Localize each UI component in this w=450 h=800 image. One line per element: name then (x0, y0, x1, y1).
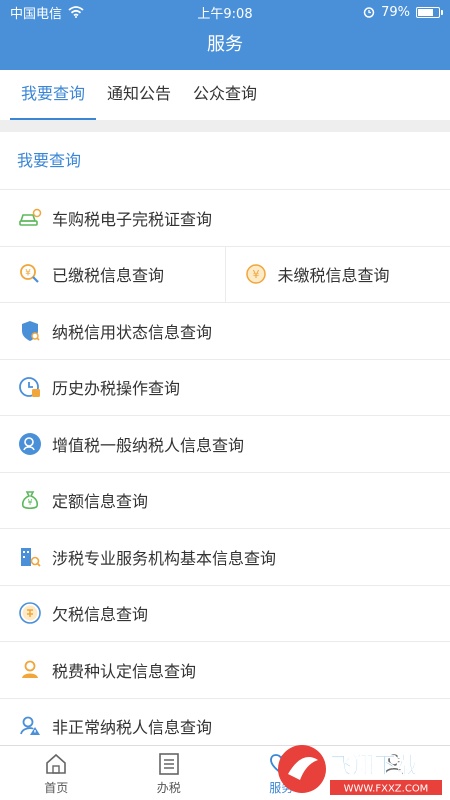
home-icon (46, 753, 67, 774)
tab-my-query[interactable]: 我要查询 (10, 70, 97, 120)
svg-text:¥: ¥ (252, 268, 259, 281)
list-row: 历史办税操作查询 (0, 360, 450, 416)
yuan-search-icon: ¥ (18, 262, 42, 286)
list-item-label: 车购税电子完税证查询 (52, 209, 213, 229)
bottom-tab-home[interactable]: 首页 (0, 746, 113, 800)
section-divider (0, 120, 450, 132)
carrier-label: 中国电信 (10, 6, 63, 22)
list-row: 纳税信用状态信息查询 (0, 303, 450, 360)
bottom-tab-label: 办税 (156, 780, 181, 795)
list-item-credit-status[interactable]: 纳税信用状态信息查询 (0, 303, 450, 359)
list-item-label: 税费种认定信息查询 (52, 661, 197, 681)
list-item-label: 定额信息查询 (52, 492, 149, 512)
list-item-quota[interactable]: ¥ 定额信息查询 (0, 473, 450, 529)
yuan-circle-icon: ¥ (244, 262, 268, 286)
bottom-tab-tax[interactable]: 办税 (113, 746, 226, 800)
battery-percent: 79% (381, 4, 410, 20)
section-title: 我要查询 (0, 132, 450, 190)
battery-icon (416, 6, 443, 18)
list-item-vat-taxpayer[interactable]: 增值税一般纳税人信息查询 (0, 416, 450, 472)
alarm-icon (363, 7, 375, 18)
list-row: 涉税专业服务机构基本信息查询 (0, 529, 450, 586)
history-clock-icon (18, 375, 42, 399)
status-bar: 中国电信 上午9:08 79% (0, 0, 450, 24)
list-row: ¥ 定额信息查询 (0, 473, 450, 529)
list-item-paid-tax[interactable]: ¥ 已缴税信息查询 (0, 247, 225, 303)
list-item-history[interactable]: 历史办税操作查询 (0, 360, 450, 416)
tab-notices[interactable]: 通知公告 (96, 70, 182, 120)
watermark-url: WWW.FXXZ.COM (344, 784, 429, 795)
list-item-label: 历史办税操作查询 (52, 379, 181, 399)
user-badge-icon (18, 658, 42, 682)
list-item-label: 增值税一般纳税人信息查询 (52, 435, 245, 455)
svg-text:¥: ¥ (25, 269, 31, 279)
building-search-icon (18, 545, 42, 569)
list-item-service-agency[interactable]: 涉税专业服务机构基本信息查询 (0, 529, 450, 585)
list-row: 车购税电子完税证查询 (0, 190, 450, 247)
user-search-icon (18, 432, 42, 456)
user-warning-icon (18, 714, 42, 738)
list-item-label: 未缴税信息查询 (277, 266, 390, 286)
list-item-label: 已缴税信息查询 (52, 266, 165, 286)
bottom-tab-label: 首页 (44, 780, 69, 795)
list-item-tax-type[interactable]: 税费种认定信息查询 (0, 642, 450, 698)
list-item-vehicle-tax[interactable]: 车购税电子完税证查询 (0, 190, 450, 246)
money-bag-icon: ¥ (18, 488, 42, 512)
svg-text:¥: ¥ (27, 498, 32, 507)
list-item-owed-tax[interactable]: 欠税信息查询 (0, 586, 450, 642)
list-item-unpaid-tax[interactable]: ¥ 未缴税信息查询 (224, 246, 450, 302)
list-item-label: 欠税信息查询 (52, 605, 149, 625)
list-row: 增值税一般纳税人信息查询 (0, 416, 450, 473)
credit-shield-icon (18, 319, 42, 343)
tab-public-query[interactable]: 公众查询 (182, 70, 268, 120)
list-item-label: 非正常纳税人信息查询 (52, 718, 213, 738)
watermark-brand: 飞翔下载 (330, 753, 418, 779)
wifi-icon (68, 6, 84, 18)
list-icon (158, 752, 179, 775)
watermark-logo: 飞翔下载 WWW.FXXZ.COM (278, 745, 442, 795)
list-item-label: 纳税信用状态信息查询 (52, 322, 213, 342)
car-icon (18, 206, 42, 230)
list-row: 欠税信息查询 (0, 586, 450, 642)
top-bar: 中国电信 上午9:08 79% 服务 (0, 0, 450, 70)
top-tabs: 我要查询 通知公告 公众查询 (0, 70, 450, 120)
list-row: ¥ 已缴税信息查询 ¥ 未缴税信息查询 (0, 246, 450, 303)
owed-tax-icon (18, 601, 42, 625)
page-title: 服务 (207, 34, 243, 55)
list-row: 税费种认定信息查询 (0, 642, 450, 699)
list-item-label: 涉税专业服务机构基本信息查询 (52, 548, 277, 568)
